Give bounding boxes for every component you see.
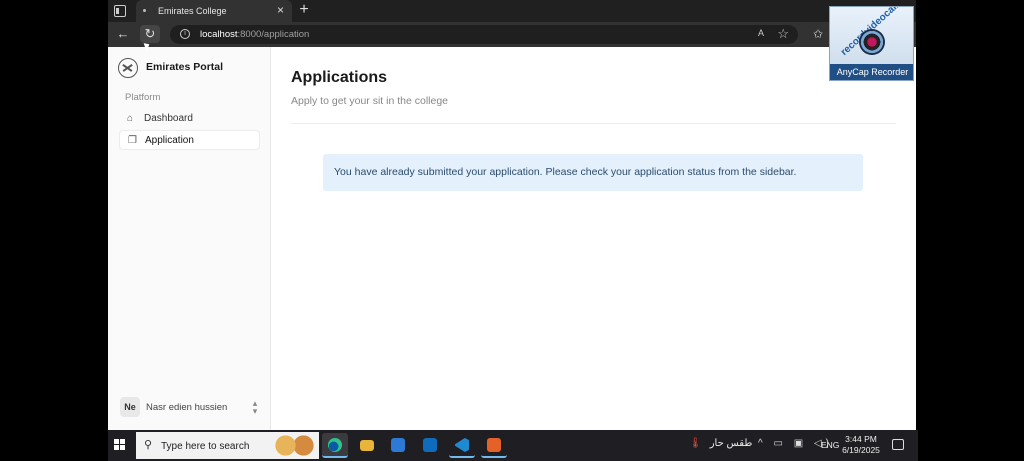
site-info-icon[interactable]: i: [180, 29, 190, 39]
clock[interactable]: 3:44 PM 6/19/2025: [841, 434, 881, 456]
nav-group-label: Platform: [125, 92, 161, 103]
main-content: Applications Apply to get your sit in th…: [271, 47, 916, 430]
store-app-icon[interactable]: [385, 433, 411, 458]
document-stack-icon: ❐: [128, 135, 137, 146]
page-title: Applications: [291, 69, 388, 86]
browser-window: Emirates College × + ← ↻ i localhost:800…: [108, 0, 916, 430]
favorite-star-icon[interactable]: ☆: [777, 26, 789, 42]
search-highlight-icon: [272, 435, 317, 456]
vscode-app-icon[interactable]: [449, 433, 475, 458]
favorites-icon[interactable]: ✩: [808, 25, 828, 43]
windows-start-icon[interactable]: [114, 439, 126, 451]
chevron-up-down-icon: ▴ ▾: [252, 398, 258, 416]
language-indicator[interactable]: ENG: [821, 440, 839, 450]
thermometer-icon: 🌡: [689, 438, 702, 449]
page-subtitle: Apply to get your sit in the college: [291, 95, 449, 107]
browser-toolbar: ← ↻ i localhost:8000/application A ☆ ✩: [108, 22, 916, 47]
notifications-icon[interactable]: [892, 439, 904, 450]
taskbar-search[interactable]: ⚲ Type here to search: [136, 432, 319, 459]
tab-emirates-college[interactable]: Emirates College ×: [136, 0, 292, 22]
sidebar-item-application[interactable]: ❐ Application: [119, 130, 260, 150]
home-icon: ⌂: [127, 113, 134, 124]
back-button[interactable]: ←: [113, 25, 133, 43]
sidebar-item-dashboard[interactable]: ⌂ Dashboard: [119, 109, 260, 129]
search-placeholder: Type here to search: [161, 441, 250, 452]
taskbar: ⚲ Type here to search 🌡 طقس حار ^ ▭ ▣ ◁) …: [108, 430, 918, 461]
sidebar-item-label: Dashboard: [144, 113, 193, 124]
search-icon: ⚲: [144, 439, 153, 451]
web-page: Emirates Portal Platform ⌂ Dashboard ❐ A…: [108, 47, 916, 430]
edge-app-icon[interactable]: [322, 433, 348, 458]
outlook-app-icon[interactable]: [417, 433, 443, 458]
brand-name: Emirates Portal: [146, 61, 224, 73]
read-aloud-icon[interactable]: A: [758, 28, 764, 38]
weather-widget[interactable]: 🌡 طقس حار: [689, 438, 752, 449]
recorder-name: AnyCap Recorder: [830, 64, 913, 80]
recorder-watermark: recordvideocall.com AnyCap Recorder: [829, 6, 914, 81]
time: 3:44 PM: [845, 434, 877, 444]
info-alert: You have already submitted your applicat…: [323, 154, 863, 191]
desktop: Emirates College × + ← ↻ i localhost:800…: [0, 0, 1024, 461]
webcam-icon: [859, 29, 885, 55]
avatar: Ne: [120, 397, 140, 417]
sidebar: Emirates Portal Platform ⌂ Dashboard ❐ A…: [108, 47, 271, 430]
tab-title: Emirates College: [158, 6, 227, 16]
divider: [291, 123, 896, 124]
close-tab-icon[interactable]: ×: [277, 4, 284, 16]
xampp-app-icon[interactable]: [481, 433, 507, 458]
favicon-icon: [143, 9, 146, 12]
tab-actions-icon[interactable]: [114, 5, 126, 17]
tab-bar: Emirates College × +: [108, 0, 916, 22]
address-bar[interactable]: i localhost:8000/application A ☆: [170, 25, 798, 44]
new-tab-button[interactable]: +: [296, 2, 312, 18]
file-explorer-icon[interactable]: [354, 433, 380, 458]
sidebar-item-label: Application: [145, 135, 194, 146]
reload-button[interactable]: ↻: [140, 25, 160, 43]
url-text[interactable]: localhost:8000/application: [200, 29, 309, 40]
user-name: Nasr edien hussien: [146, 402, 228, 413]
user-menu[interactable]: Ne Nasr edien hussien ▴ ▾: [119, 397, 260, 417]
date: 6/19/2025: [842, 445, 880, 455]
brand-logo-icon: [118, 58, 138, 78]
